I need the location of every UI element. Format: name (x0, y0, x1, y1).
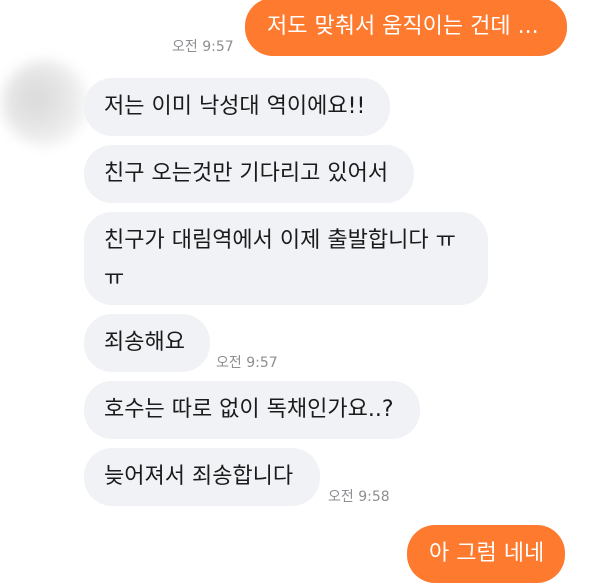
message-text: 아 그럼 네네 (429, 541, 545, 566)
incoming-message-bubble[interactable]: 죄송해요 (84, 314, 210, 372)
outgoing-message-bubble[interactable]: 아 그럼 네네 (407, 525, 565, 583)
incoming-message-bubble[interactable]: 호수는 따로 없이 독채인가요..? (84, 381, 420, 439)
message-timestamp: 오전 9:58 (328, 489, 390, 505)
message-text: 친구 오는것만 기다리고 있어서 (104, 161, 389, 186)
chat-thread: 저도 맞춰서 움직이는 건데 ... 오전 9:57 저는 이미 낙성대 역이에… (0, 0, 590, 588)
message-text: 호수는 따로 없이 독채인가요..? (104, 397, 394, 422)
incoming-message-bubble[interactable]: 늦어져서 죄송합니다 (84, 448, 320, 506)
incoming-message-bubble[interactable]: 친구가 대림역에서 이제 출발합니다 ㅠ ㅠ (84, 212, 488, 305)
incoming-message-bubble[interactable]: 저는 이미 낙성대 역이에요!! (84, 78, 390, 136)
message-text: 늦어져서 죄송합니다 (104, 464, 294, 489)
message-text: 저는 이미 낙성대 역이에요!! (104, 94, 366, 119)
message-text: 친구가 대림역에서 이제 출발합니다 ㅠ ㅠ (104, 228, 456, 291)
message-timestamp: 오전 9:57 (216, 355, 278, 371)
message-text: 죄송해요 (104, 330, 185, 355)
message-text: 저도 맞춰서 움직이는 건데 ... (267, 14, 539, 39)
contact-avatar[interactable] (2, 60, 88, 146)
message-timestamp: 오전 9:57 (172, 39, 234, 55)
outgoing-message-bubble[interactable]: 저도 맞춰서 움직이는 건데 ... (245, 0, 567, 56)
incoming-message-bubble[interactable]: 친구 오는것만 기다리고 있어서 (84, 145, 414, 203)
